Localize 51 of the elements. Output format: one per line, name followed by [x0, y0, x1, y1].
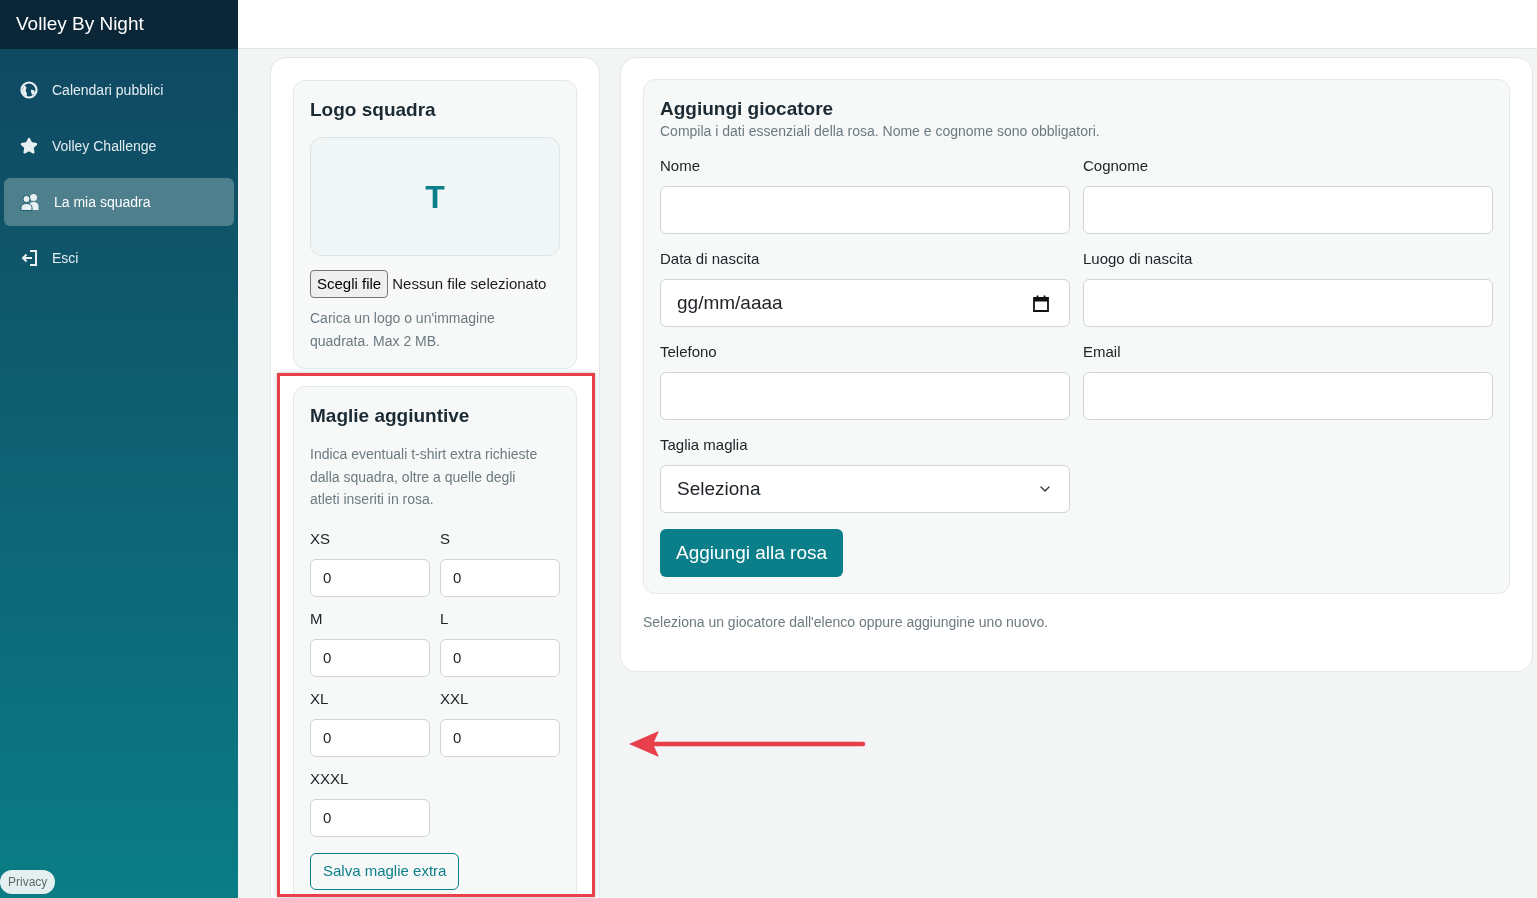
card-title: Aggiungi giocatore: [660, 97, 835, 121]
logo-letter: T: [425, 177, 445, 217]
star-icon: [20, 137, 38, 155]
field-label: Cognome: [1083, 156, 1150, 176]
size-quantity-field[interactable]: 0: [440, 718, 560, 757]
size-quantity-field[interactable]: 0: [310, 638, 430, 677]
card-title: Maglie aggiuntive: [310, 404, 471, 428]
add-to-roster-button[interactable]: Aggiungi alla rosa: [660, 529, 844, 577]
size-label: M: [310, 608, 324, 629]
size-label: L: [440, 608, 450, 629]
exit-arrow-icon: [20, 249, 38, 267]
calendar-icon[interactable]: [1033, 294, 1049, 312]
field-label: Data di nascita: [660, 249, 761, 269]
privacy-link[interactable]: Privacy: [0, 870, 56, 894]
file-status: Nessun file selezionato: [392, 273, 547, 294]
choose-file-button[interactable]: Scegli file: [310, 270, 389, 298]
size-label: S: [440, 528, 451, 549]
date-field[interactable]: gg/mm/aaaa: [660, 279, 1070, 327]
field-label: Email: [1083, 342, 1122, 362]
size-quantity-field[interactable]: 0: [310, 798, 430, 837]
app-title: Volley By Night: [16, 12, 144, 37]
sidebar-item[interactable]: Calendari pubblici: [4, 66, 234, 114]
sidebar-item[interactable]: Esci: [4, 234, 234, 282]
save-extra-shirts-button[interactable]: Salva maglie extra: [310, 852, 460, 890]
card-subtitle: Compila i dati essenziali della rosa. Nome e cognome sono obbligatori.: [660, 122, 1101, 141]
field-label: Nome: [660, 156, 701, 176]
size-quantity-field[interactable]: 0: [310, 558, 430, 597]
size-label: XXXL: [310, 768, 350, 789]
users-icon: [20, 193, 40, 211]
text-field[interactable]: [660, 372, 1070, 420]
text-field[interactable]: [1083, 372, 1493, 420]
text-field[interactable]: [660, 186, 1070, 234]
field-label: Taglia maglia: [660, 435, 749, 455]
size-label: XL: [310, 688, 330, 709]
size-quantity-field[interactable]: 0: [310, 718, 430, 757]
field-label: Luogo di nascita: [1083, 249, 1194, 269]
sidebar-item[interactable]: Volley Challenge: [4, 122, 234, 170]
text-field[interactable]: [1083, 279, 1493, 327]
select-field[interactable]: Seleziona: [660, 465, 1070, 513]
field-label: Telefono: [660, 342, 718, 362]
upload-hint: Carica un logo o un'immagine quadrata. Max 2 MB.: [310, 309, 496, 351]
size-quantity-field[interactable]: 0: [440, 638, 560, 677]
size-label: XXL: [440, 688, 470, 709]
card-title: Logo squadra: [310, 98, 437, 122]
card-description: Indica eventuali t-shirt extra richieste dalla squadra, oltre a quelle degli atleti inseriti in rosa.: [310, 445, 539, 509]
empty-selection-hint: Seleziona un giocatore dall'elenco oppure aggiungine uno nuovo.: [643, 613, 1050, 632]
globe-icon: [20, 81, 38, 99]
size-quantity-field[interactable]: 0: [440, 558, 560, 597]
text-field[interactable]: [1083, 186, 1493, 234]
sidebar-item[interactable]: La mia squadra: [4, 178, 234, 226]
size-label: XS: [310, 528, 331, 549]
